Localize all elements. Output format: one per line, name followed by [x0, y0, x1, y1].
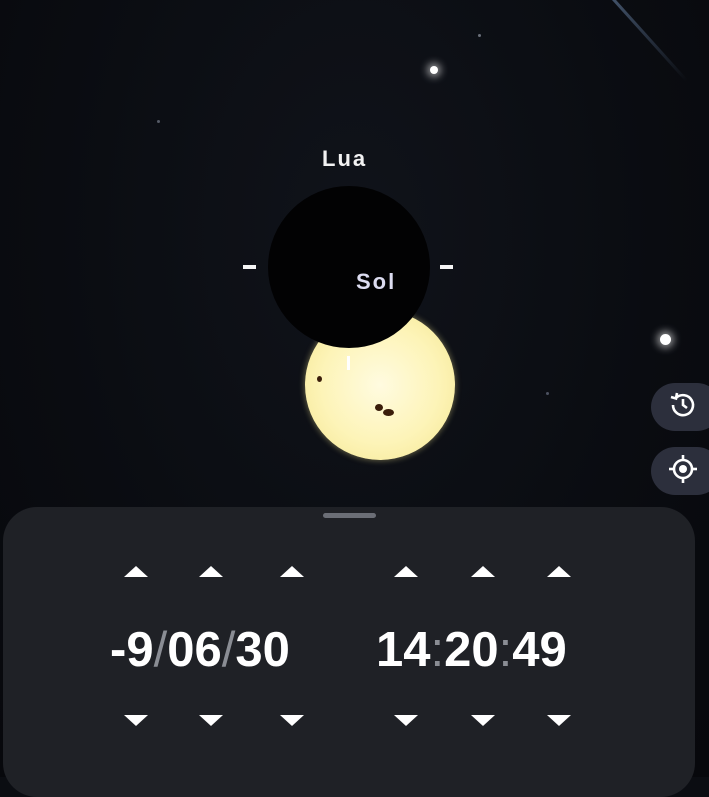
- time-separator: :: [498, 623, 513, 677]
- year-increment-button[interactable]: [124, 566, 148, 577]
- date-separator: /: [221, 623, 236, 677]
- second-value[interactable]: 49: [512, 623, 567, 677]
- hour-decrement-button[interactable]: [394, 715, 418, 726]
- date-display: -9/06/30: [110, 620, 290, 680]
- minute-decrement-button[interactable]: [471, 715, 495, 726]
- meteor-streak: [612, 0, 688, 82]
- year-value[interactable]: -9: [110, 623, 154, 677]
- star: [660, 334, 671, 345]
- month-value[interactable]: 06: [167, 623, 222, 677]
- sun-label: Sol: [356, 269, 397, 294]
- hour-increment-button[interactable]: [394, 566, 418, 577]
- sunspot: [317, 376, 322, 382]
- crosshair-icon: [667, 453, 699, 490]
- second-decrement-button[interactable]: [547, 715, 571, 726]
- time-display: 14:20:49: [376, 620, 567, 680]
- history-icon: [667, 389, 699, 426]
- minute-increment-button[interactable]: [471, 566, 495, 577]
- second-increment-button[interactable]: [547, 566, 571, 577]
- moon-marker-right: [440, 265, 453, 269]
- month-decrement-button[interactable]: [199, 715, 223, 726]
- time-separator: :: [430, 623, 445, 677]
- day-increment-button[interactable]: [280, 566, 304, 577]
- drag-handle[interactable]: [323, 513, 376, 518]
- month-increment-button[interactable]: [199, 566, 223, 577]
- locate-button[interactable]: [651, 447, 709, 495]
- sun-marker: [347, 356, 350, 370]
- star: [430, 66, 438, 74]
- history-button[interactable]: [651, 383, 709, 431]
- star: [478, 34, 481, 37]
- time-picker-panel: [3, 507, 695, 797]
- moon[interactable]: [268, 186, 430, 348]
- sunspot: [375, 404, 383, 411]
- hour-value[interactable]: 14: [376, 623, 431, 677]
- day-decrement-button[interactable]: [280, 715, 304, 726]
- day-value[interactable]: 30: [235, 623, 290, 677]
- date-separator: /: [153, 623, 168, 677]
- year-decrement-button[interactable]: [124, 715, 148, 726]
- sunspot: [383, 409, 394, 416]
- moon-marker-left: [243, 265, 256, 269]
- minute-value[interactable]: 20: [444, 623, 499, 677]
- star: [546, 392, 549, 395]
- moon-label: Lua: [322, 146, 368, 171]
- star: [157, 120, 160, 123]
